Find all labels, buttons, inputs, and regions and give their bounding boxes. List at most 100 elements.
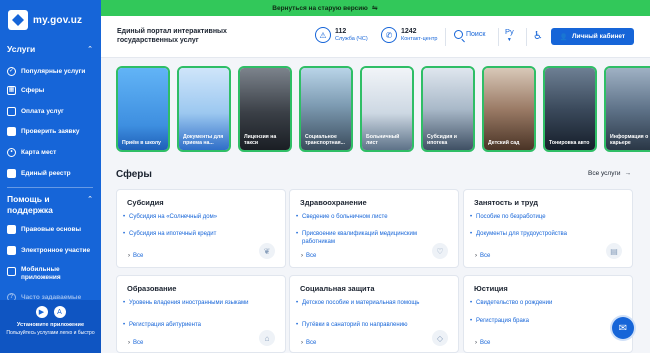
service-link[interactable]: Сведение о больничном листе	[296, 214, 430, 222]
emergency-number: 112	[335, 27, 347, 35]
story-card[interactable]: Тонировка авто	[543, 66, 597, 152]
accessibility-icon[interactable]: ♿	[533, 29, 545, 43]
sidebar-item-e-participation[interactable]: Электронное участие	[7, 243, 97, 257]
shield-icon: ◇	[432, 330, 448, 346]
check-circle-icon: ✓	[7, 66, 16, 76]
grid-icon: ▦	[7, 85, 16, 95]
story-caption: Приём в школу	[122, 140, 161, 146]
story-card[interactable]: Больничный лист	[360, 66, 414, 152]
document-icon	[7, 126, 16, 136]
sidebar-item-payment[interactable]: Оплата услуг	[7, 104, 97, 118]
service-link[interactable]: Свидетельство о рождении	[470, 300, 604, 308]
sphere-card-education: Образование Уровень владения иностранным…	[116, 275, 286, 353]
service-link[interactable]: Путёвки в санаторий по направлению	[296, 322, 430, 330]
service-link[interactable]: Регистрация брака	[470, 318, 604, 326]
all-services-link[interactable]: Все услуги →	[588, 170, 631, 177]
stethoscope-icon: ♡	[432, 243, 448, 259]
sidebar-item-label: Единый реестр	[21, 169, 71, 177]
sphere-card-justice: Юстиция Свидетельство о рождении Регистр…	[463, 275, 633, 353]
card-title[interactable]: Юстиция	[474, 284, 508, 293]
sidebar-item-check-application[interactable]: Проверить заявку	[7, 124, 97, 138]
contact-center[interactable]: ✆ 1242 Контакт-центр	[381, 27, 437, 43]
sphere-card-health: Здравоохранение Сведение о больничном ли…	[289, 189, 459, 268]
story-image	[484, 68, 534, 150]
card-all-label: Все	[480, 340, 491, 346]
card-all-label: Все	[306, 340, 317, 346]
story-card[interactable]: Детский сад	[482, 66, 536, 152]
sphere-card-social: Социальная защита Детское пособие и мате…	[289, 275, 459, 353]
personal-cabinet-button[interactable]: 👤 Личный кабинет	[551, 28, 634, 45]
card-all-link[interactable]: › Все	[301, 253, 316, 259]
participation-icon	[7, 245, 16, 255]
chevron-down-icon: ▼	[506, 37, 512, 43]
service-link[interactable]: Пособие по безработице	[470, 214, 604, 222]
app-store-icon[interactable]: A	[53, 306, 66, 318]
language-select[interactable]: Ру ▼	[505, 28, 514, 44]
sidebar-item-map[interactable]: • Карта мест	[7, 145, 97, 159]
chevron-right-icon: ›	[301, 340, 303, 346]
help-section-header[interactable]: Помощь и поддержка ⌃	[7, 194, 93, 216]
card-all-link[interactable]: › Все	[301, 340, 316, 346]
card-all-link[interactable]: › Все	[475, 253, 490, 259]
story-card[interactable]: Лицензия на такси	[238, 66, 292, 152]
emergency-contact[interactable]: ⚠ 112 Служба (ЧС)	[315, 27, 368, 43]
story-card[interactable]: Субсидия и ипотека	[421, 66, 475, 152]
search-icon	[454, 30, 463, 39]
cabinet-label: Личный кабинет	[571, 33, 626, 40]
card-title[interactable]: Занятость и труд	[474, 198, 538, 207]
all-services-label: Все услуги	[588, 170, 621, 177]
story-caption: Социальное транспортная...	[305, 134, 345, 146]
phone-icon: ✆	[381, 27, 397, 43]
old-version-link[interactable]: Вернуться на старую версию	[272, 5, 368, 12]
contact-label: Контакт-центр	[401, 35, 438, 42]
registry-icon	[7, 168, 16, 178]
chat-icon[interactable]: ✉	[612, 317, 634, 339]
sidebar-item-mobile-apps[interactable]: Мобильные приложения	[7, 266, 97, 284]
card-all-link[interactable]: › Все	[128, 253, 143, 259]
search-label: Поиск	[466, 31, 486, 38]
card-all-link[interactable]: › Все	[128, 340, 143, 346]
story-card[interactable]: Документы для приема на...	[177, 66, 231, 152]
search-button[interactable]: Поиск	[454, 30, 485, 39]
sidebar-item-popular[interactable]: ✓ Популярные услуги	[7, 64, 97, 78]
service-link[interactable]: Уровень владения иностранными языками	[123, 300, 257, 308]
services-section-header[interactable]: Услуги ⌃	[7, 44, 93, 55]
sidebar-item-spheres[interactable]: ▦ Сферы	[7, 83, 97, 97]
story-caption: Информация о карьере	[610, 134, 649, 146]
language-value: Ру	[505, 27, 514, 36]
play-store-icon[interactable]: ▶	[35, 306, 48, 318]
service-link[interactable]: Субсидия на «Солнечный дом»	[123, 214, 257, 222]
story-card[interactable]: Приём в школу	[116, 66, 170, 152]
stories-carousel: Приём в школу Документы для приема на...…	[116, 66, 650, 152]
card-title[interactable]: Социальная защита	[300, 284, 375, 293]
card-all-link[interactable]: › Все	[475, 340, 490, 346]
sidebar-item-legal[interactable]: Правовые основы	[7, 222, 97, 236]
arrow-right-icon: →	[624, 170, 631, 177]
card-title[interactable]: Образование	[127, 284, 176, 293]
header-divider	[445, 28, 446, 46]
service-link[interactable]: Субсидия на ипотечный кредит	[123, 231, 257, 239]
chevron-right-icon: ›	[475, 253, 477, 259]
location-icon: •	[7, 147, 16, 157]
story-caption: Лицензия на такси	[244, 134, 277, 146]
sidebar-item-registry[interactable]: Единый реестр	[7, 166, 97, 180]
card-all-label: Все	[306, 253, 317, 259]
book-icon	[7, 224, 16, 234]
sphere-card-employment: Занятость и труд Пособие по безработице …	[463, 189, 633, 268]
service-link[interactable]: Присвоение квалификаций медицинским рабо…	[296, 231, 430, 246]
service-link[interactable]: Детское пособие и материальная помощь	[296, 300, 430, 308]
story-caption: Документы для приема на...	[183, 134, 224, 146]
header: Единый портал интерактивных государствен…	[101, 16, 650, 58]
story-card[interactable]: Социальное транспортная...	[299, 66, 353, 152]
logo[interactable]: my.gov.uz	[8, 10, 82, 30]
card-title[interactable]: Субсидия	[127, 198, 164, 207]
story-card[interactable]: Информация о карьере	[604, 66, 650, 152]
service-link[interactable]: Документы для трудоустройства	[470, 231, 604, 239]
install-app-panel[interactable]: ▶ A Установите приложение Пользуйтесь ус…	[0, 300, 101, 353]
sidebar-item-label: Оплата услуг	[21, 107, 64, 115]
service-link[interactable]: Регистрация абитуриента	[123, 322, 257, 330]
card-title[interactable]: Здравоохранение	[300, 198, 367, 207]
sidebar-item-label: Мобильные приложения	[21, 266, 61, 281]
sidebar: my.gov.uz Услуги ⌃ ✓ Популярные услуги ▦…	[0, 0, 101, 353]
portal-title: Единый портал интерактивных государствен…	[117, 28, 227, 44]
